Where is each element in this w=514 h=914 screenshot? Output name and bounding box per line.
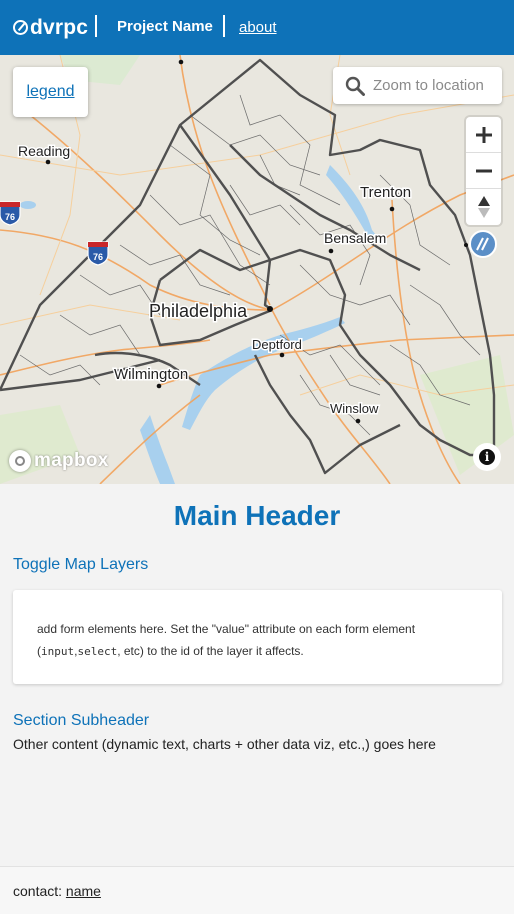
search-input[interactable] <box>373 73 499 97</box>
section-subheader: Section Subheader <box>13 712 150 729</box>
basemap-toggle-icon[interactable] <box>469 230 497 258</box>
mapbox-wordmark: mapbox <box>34 450 109 471</box>
city-label: Bensalem <box>324 230 386 246</box>
plus-icon <box>475 126 492 143</box>
compass-icon <box>477 196 490 218</box>
footer: contact: name <box>0 866 514 914</box>
delaware-bay <box>140 415 175 484</box>
navigation-control <box>466 117 501 225</box>
main-header: Main Header <box>173 500 341 531</box>
city-label: Reading <box>18 143 70 159</box>
shield-number: 76 <box>5 212 15 222</box>
toggle-layers-header: Toggle Map Layers <box>13 556 149 573</box>
city-label: Wilmington <box>114 366 188 383</box>
basemap: 76 76 Reading Trenton Bensalem Philadelp… <box>0 55 514 484</box>
section-text: Other content (dynamic text, charts + ot… <box>13 736 436 752</box>
nav-divider <box>223 15 225 37</box>
top-navbar: dvrpc Project Name about <box>0 0 514 55</box>
minus-icon <box>475 169 492 172</box>
city-label: Trenton <box>360 184 411 201</box>
dvrpc-logo[interactable]: dvrpc <box>13 15 88 39</box>
shield-number: 76 <box>93 252 103 262</box>
mapbox-logo-icon <box>9 450 31 472</box>
attribution-button[interactable]: i <box>473 443 501 471</box>
code-input: input <box>41 645 75 658</box>
nav-divider <box>95 15 97 37</box>
info-icon: i <box>479 449 495 465</box>
city-label: Winslow <box>330 401 379 416</box>
logo-text: dvrpc <box>30 15 89 39</box>
contact-name-link[interactable]: name <box>66 883 101 899</box>
city-label: Philadelphia <box>149 301 248 321</box>
interstate-shield: 76 <box>87 241 109 266</box>
geocoder-search[interactable] <box>333 67 502 104</box>
about-link[interactable]: about <box>239 19 277 36</box>
lake <box>20 201 36 209</box>
layer-toggle-card: add form elements here. Set the "value" … <box>13 590 502 684</box>
dvrpc-logo-icon <box>13 19 28 35</box>
search-icon <box>345 76 365 96</box>
mapbox-logo[interactable]: mapbox <box>9 448 109 474</box>
legend-button[interactable]: legend <box>13 67 88 117</box>
zoom-out-button[interactable] <box>466 153 501 189</box>
contact-line: contact: name <box>13 883 101 899</box>
compass-button[interactable] <box>466 189 501 225</box>
zoom-in-button[interactable] <box>466 117 501 153</box>
region-outline <box>0 58 496 475</box>
project-name: Project Name <box>117 18 213 35</box>
contact-label: contact: <box>13 883 63 899</box>
card-instructions: add form elements here. Set the "value" … <box>37 622 416 658</box>
legend-label: legend <box>26 83 75 100</box>
map-canvas[interactable]: 76 76 Reading Trenton Bensalem Philadelp… <box>0 55 514 484</box>
code-select: select <box>77 645 118 658</box>
interstate-shield: 76 <box>0 201 21 226</box>
layers-icon <box>476 237 489 251</box>
city-label: Deptford <box>252 337 302 352</box>
